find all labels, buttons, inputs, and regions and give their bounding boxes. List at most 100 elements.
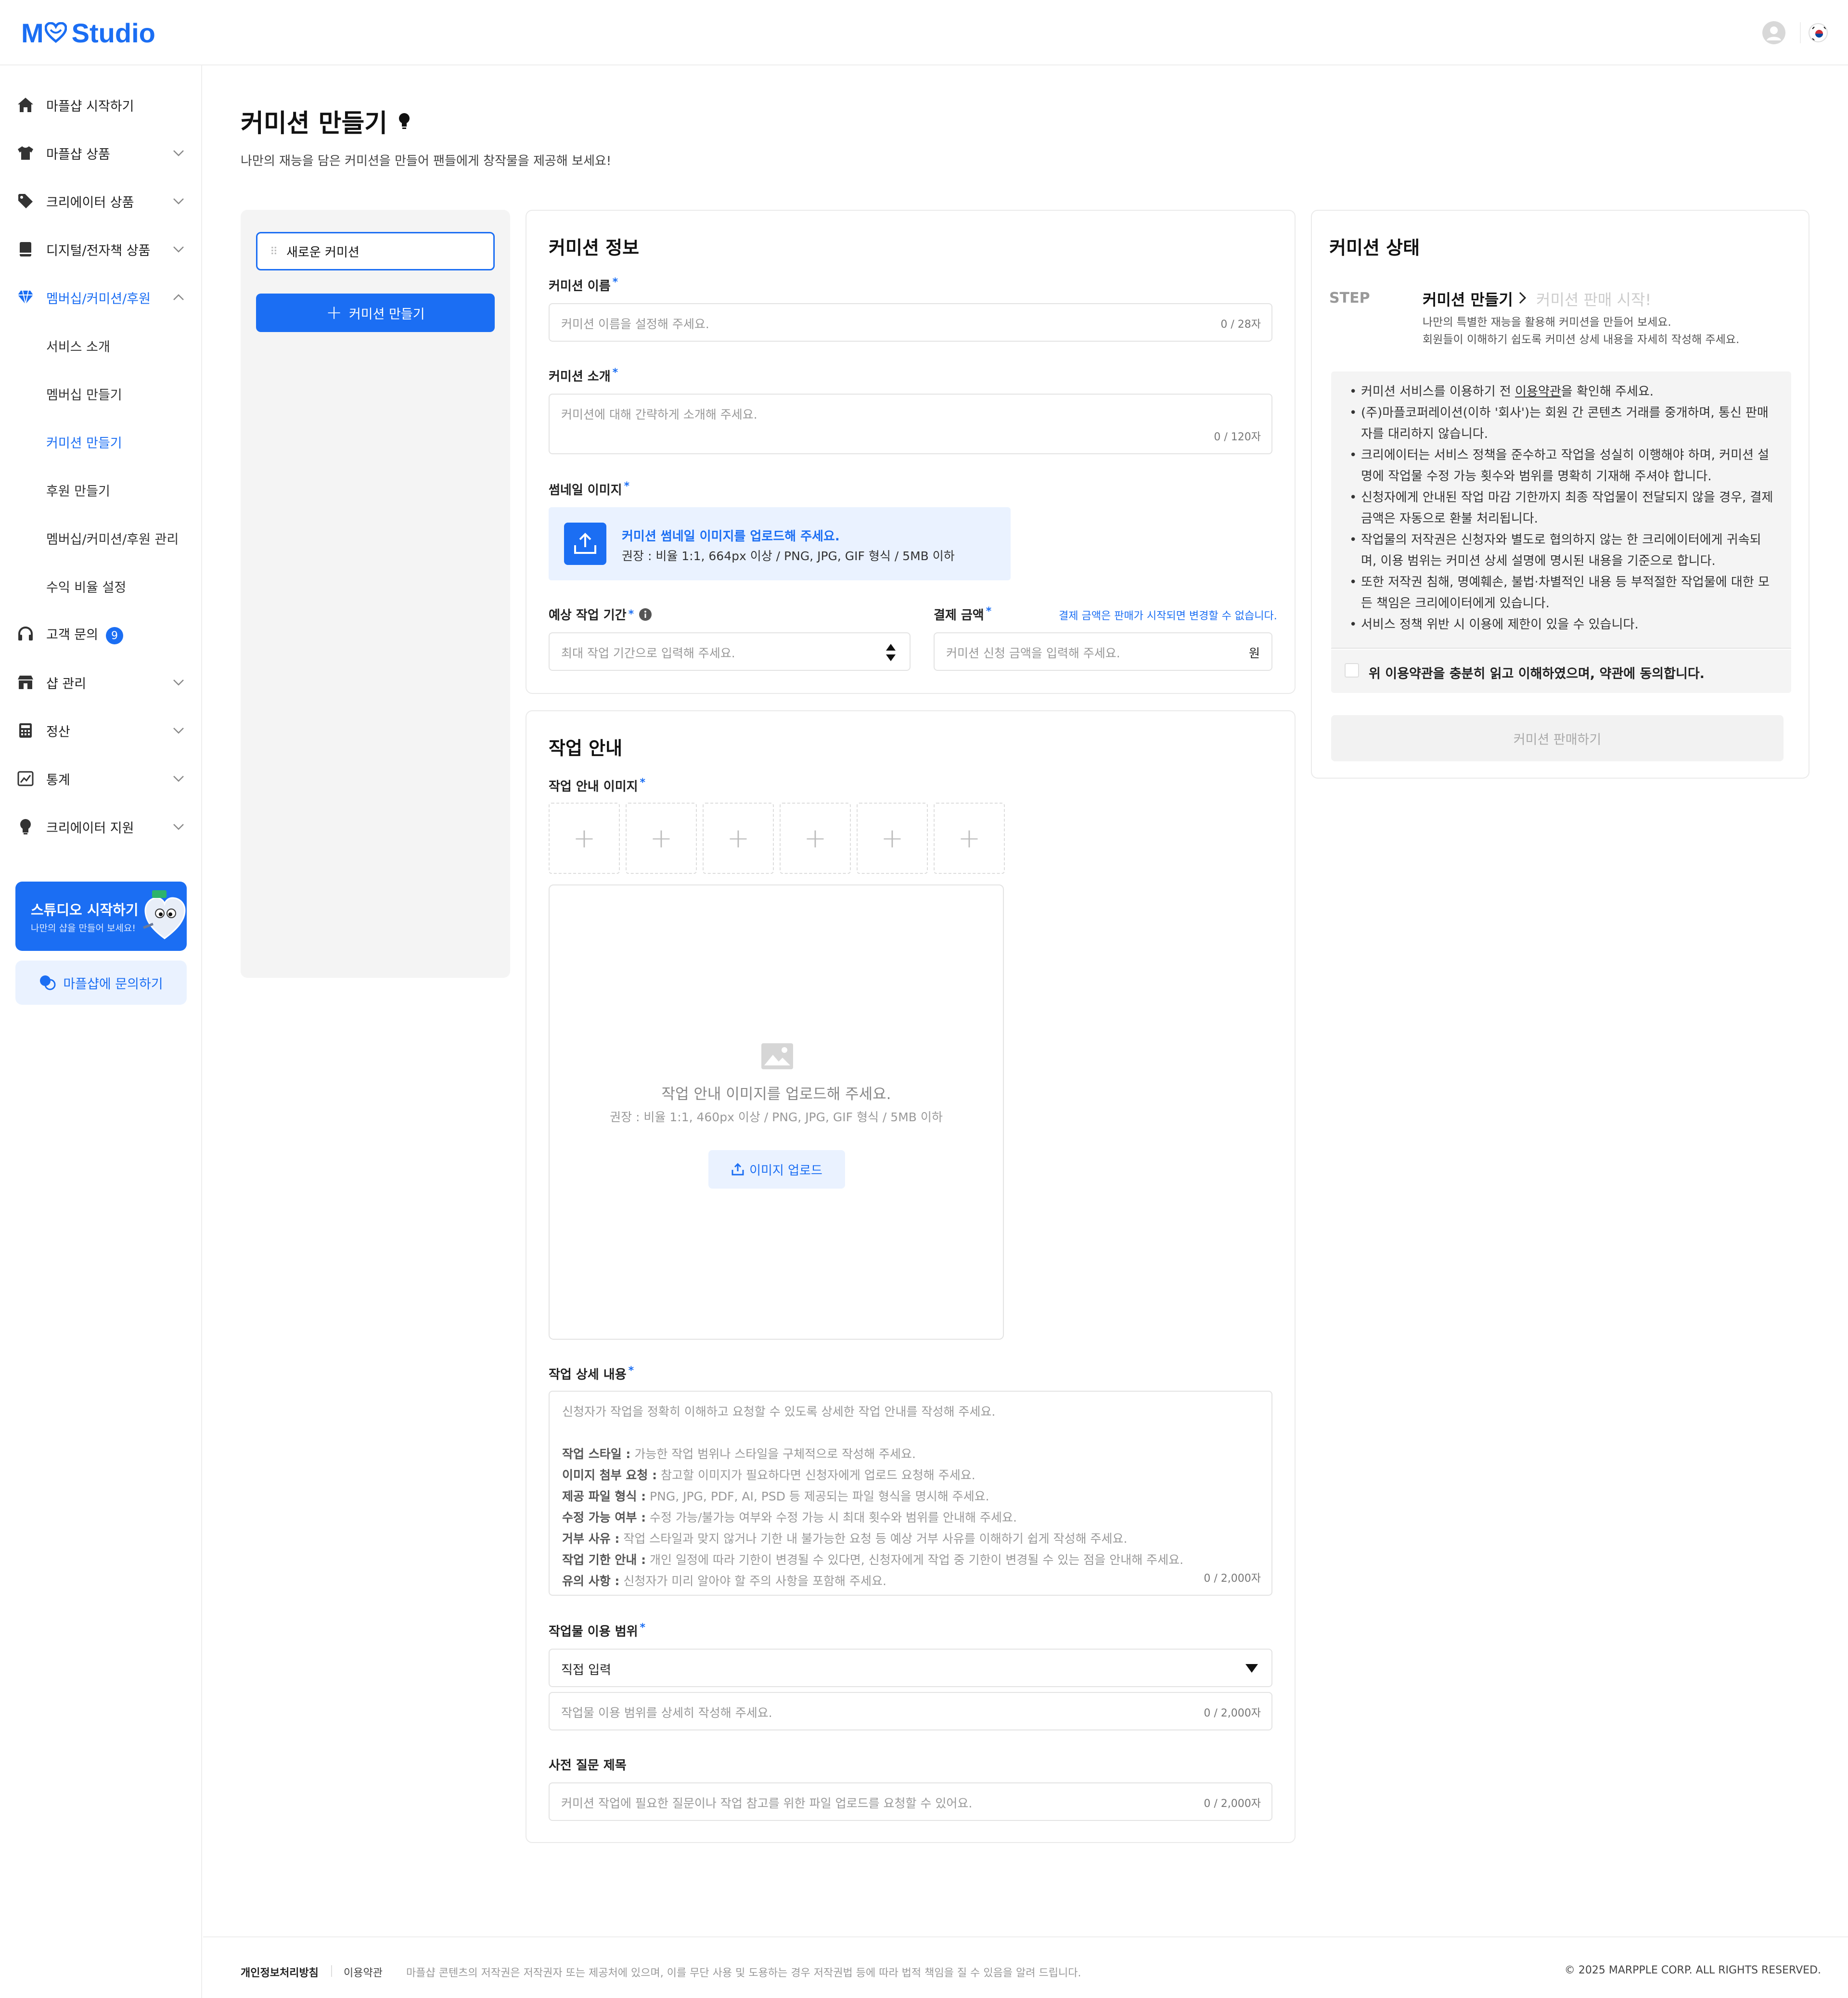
sidebar-item-creator-support[interactable]: 크리에이터 지원 [0,807,202,846]
sidebar-item-creator-products[interactable]: 크리에이터 상품 [0,182,202,220]
sidebar-item-label: 멤버십/커미션/후원 [46,291,151,307]
price-placeholder: 커미션 신청 금액을 입력해 주세요. [946,646,1120,660]
step-current: 커미션 만들기 [1423,291,1513,309]
sub-item-create-membership[interactable]: 멤버십 만들기 [46,379,122,408]
user-avatar-icon[interactable] [1762,21,1785,44]
sub-item-create-commission[interactable]: 커미션 만들기 [46,427,122,456]
guide-image-slot[interactable]: + [934,803,1005,874]
commission-tab-label: 새로운 커미션 [286,245,359,260]
terms-divider [1331,648,1791,649]
ask-marpple-button[interactable]: 마플샵에 문의하기 [15,961,187,1005]
detail-value: 참고할 이미지가 필요하다면 신청자에게 업로드 요청해 주세요. [657,1468,975,1482]
sidebar: 마플샵 시작하기 마플샵 상품 크리에이터 상품 디지털/전자책 상품 멤버십/… [0,65,202,1998]
chevron-down-icon [173,679,184,686]
commission-tab-new[interactable]: ⠿ 새로운 커미션 [256,232,495,270]
question-input[interactable]: 커미션 작업에 필요한 질문이나 작업 참고를 위한 파일 업로드를 요청할 수… [549,1782,1272,1821]
commission-name-label-text: 커미션 이름 [549,279,611,294]
sidebar-item-digital-products[interactable]: 디지털/전자책 상품 [0,230,202,269]
step-description: 나만의 특별한 재능을 활용해 커미션을 만들어 보세요. 회원들이 이해하기 … [1423,314,1739,348]
sub-item-revenue-ratio[interactable]: 수익 비율 설정 [46,572,126,601]
thumbnail-upload-title: 커미션 썸네일 이미지를 업로드해 주세요. [622,529,840,544]
commission-intro-textarea[interactable]: 커미션에 대해 간략하게 소개해 주세요. 0 / 120자 [549,394,1272,454]
commission-name-input[interactable]: 커미션 이름을 설정해 주세요. 0 / 28자 [549,303,1272,342]
sell-commission-button[interactable]: 커미션 판매하기 [1331,715,1784,761]
guide-image-dropzone[interactable]: 작업 안내 이미지를 업로드해 주세요. 권장 : 비율 1:1, 460px … [549,884,1004,1340]
guide-image-slot[interactable]: + [626,803,697,874]
privacy-policy-link[interactable]: 개인정보처리방침 [241,1964,319,1980]
scope-select-value: 직접 입력 [561,1663,611,1678]
terms-link[interactable]: 이용약관 [1515,384,1561,399]
work-period-input[interactable]: 최대 작업 기간으로 입력해 주세요. [549,632,911,671]
guide-image-label-text: 작업 안내 이미지 [549,780,638,794]
chat-icon [40,975,56,990]
scope-input[interactable]: 작업물 이용 범위를 상세히 작성해 주세요. 0 / 2,000자 [549,1692,1272,1730]
required-mark: * [624,480,630,492]
thumbnail-upload-area[interactable]: 커미션 썸네일 이미지를 업로드해 주세요. 권장 : 비율 1:1, 664p… [549,507,1011,580]
sub-item-service-intro[interactable]: 서비스 소개 [46,331,110,360]
agree-terms-row[interactable]: 위 이용약관을 충분히 읽고 이해하였으며, 약관에 동의합니다. [1331,650,1791,693]
plus-icon: + [727,822,750,854]
store-icon [16,673,35,692]
question-placeholder: 커미션 작업에 필요한 질문이나 작업 참고를 위한 파일 업로드를 요청할 수… [561,1796,973,1810]
image-upload-button[interactable]: 이미지 업로드 [708,1150,845,1189]
chevron-down-icon [173,824,184,830]
detail-value: PNG, JPG, PDF, AI, PSD 등 제공되는 파일 형식을 명시해… [646,1489,989,1503]
sub-item-create-donation[interactable]: 후원 만들기 [46,475,110,504]
work-detail-textarea[interactable]: 신청자가 작업을 정확히 이해하고 요청할 수 있도록 상세한 작업 안내를 작… [549,1391,1272,1596]
thumbnail-label-text: 썸네일 이미지 [549,483,622,498]
info-icon[interactable] [639,608,652,621]
detail-value: 신청자가 미리 알아야 할 주의 사항을 포함해 주세요. [619,1574,886,1588]
price-label: 결제 금액 * [934,605,991,623]
diamond-icon [16,288,35,307]
image-icon [761,1043,793,1069]
detail-key: 작업 스타일 : [562,1447,631,1461]
terms-text: 커미션 서비스를 이용하기 전 [1361,384,1515,399]
create-commission-button[interactable]: + 커미션 만들기 [256,294,495,332]
step-label: STEP [1329,290,1370,307]
chart-icon [16,769,35,788]
guide-image-slot[interactable]: + [857,803,928,874]
plus-icon: + [804,822,827,854]
detail-key: 수정 가능 여부 : [562,1511,646,1524]
guide-image-slot[interactable]: + [549,803,620,874]
sidebar-item-settlement[interactable]: 정산 [0,711,202,750]
plus-icon: + [650,822,673,854]
logo-text: Studio [71,17,155,48]
sidebar-item-shop-start[interactable]: 마플샵 시작하기 [0,86,202,124]
copyright-notice: 마플샵 콘텐츠의 저작권은 저작권자 또는 제공처에 있으며, 이를 무단 사용… [406,1967,1081,1979]
terms-link[interactable]: 이용약관 [344,1964,383,1980]
stepper-icon[interactable] [885,642,897,663]
required-mark: * [612,276,618,288]
scope-select[interactable]: 직접 입력 [549,1649,1272,1687]
price-input[interactable]: 커미션 신청 금액을 입력해 주세요. 원 [934,632,1272,671]
studio-logo[interactable]: M Studio [21,13,155,52]
commission-name-label: 커미션 이름 * [549,276,618,294]
detail-key: 거부 사유 : [562,1532,620,1546]
sidebar-item-customer-inquiry[interactable]: 고객 문의 9 [0,615,202,653]
required-mark: * [612,367,618,379]
sidebar-item-label: 샵 관리 [46,676,87,692]
footer: 개인정보처리방침 이용약관 마플샵 콘텐츠의 저작권은 저작권자 또는 제공처에… [203,1936,1848,1998]
sidebar-item-shop-products[interactable]: 마플샵 상품 [0,134,202,172]
detail-value: 개인 일정에 따라 기한이 변경될 수 있다면, 신청자에게 작업 중 기한이 … [646,1553,1184,1567]
studio-start-banner[interactable]: 스튜디오 시작하기 나만의 샵을 만들어 보세요! [15,882,187,951]
required-mark: * [628,1365,634,1377]
agree-checkbox[interactable] [1345,663,1359,678]
upload-icon[interactable] [564,523,606,565]
guide-image-slot[interactable]: + [703,803,774,874]
chevron-down-icon [173,150,184,156]
sidebar-item-statistics[interactable]: 통계 [0,759,202,798]
sidebar-item-label: 통계 [46,772,70,788]
guide-image-slot[interactable]: + [780,803,851,874]
page-title: 커미션 만들기 [241,103,411,139]
korea-flag-icon[interactable] [1809,23,1828,42]
sub-item-manage[interactable]: 멤버십/커미션/후원 관리 [46,524,179,552]
commission-intro-placeholder: 커미션에 대해 간략하게 소개해 주세요. [561,408,757,422]
period-label-text: 예상 작업 기간 [549,608,627,623]
sidebar-item-label: 크리에이터 상품 [46,195,134,210]
sidebar-item-label: 마플샵 시작하기 [46,99,134,114]
drag-handle-icon[interactable]: ⠿ [270,246,278,258]
sidebar-item-shop-manage[interactable]: 샵 관리 [0,663,202,702]
sidebar-item-membership-commission[interactable]: 멤버십/커미션/후원 [0,278,202,317]
scope-label: 작업물 이용 범위 * [549,1622,645,1639]
